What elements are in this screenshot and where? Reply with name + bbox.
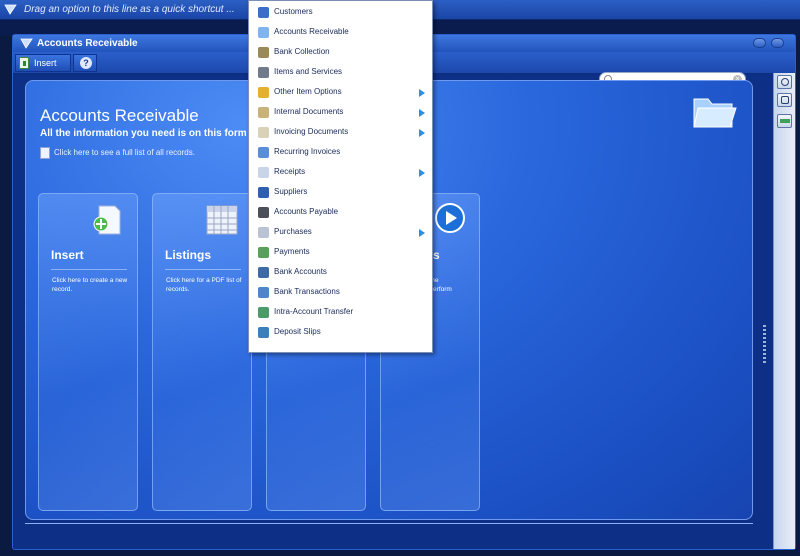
menu-item-bank-accounts[interactable]: Bank Accounts (249, 262, 432, 282)
invoice-icon (258, 127, 269, 138)
minimize-button[interactable] (753, 38, 766, 48)
folder-icon (258, 27, 269, 38)
resize-grip[interactable] (763, 325, 766, 365)
page-subtitle: All the information you need is on this … (40, 128, 247, 139)
bank-icon (258, 267, 269, 278)
card-description: Click here to create a new record. (52, 277, 128, 293)
customer-icon (258, 7, 269, 18)
table-icon (206, 205, 238, 235)
folder-icon (693, 98, 737, 128)
back-button[interactable] (777, 114, 792, 128)
menu-item-label: Deposit Slips (274, 327, 321, 336)
receipt-icon (258, 167, 269, 178)
menu-item-bank-transactions[interactable]: Bank Transactions (249, 282, 432, 302)
help-button[interactable]: ? (73, 54, 97, 72)
insert-label: Insert (34, 58, 57, 68)
back-arrow-icon (780, 119, 790, 123)
card-title: Listings (165, 248, 212, 262)
card-description: e the n perform (424, 277, 452, 293)
refresh-icon (781, 96, 789, 104)
insert-button[interactable]: Insert (15, 54, 71, 72)
menu-item-accounts-payable[interactable]: Accounts Payable (249, 202, 432, 222)
options-icon (258, 87, 269, 98)
menu-item-label: Receipts (274, 167, 306, 176)
submenu-arrow-icon (419, 229, 425, 237)
right-rail (773, 73, 795, 549)
new-document-icon (93, 205, 121, 235)
menu-item-deposit-slips[interactable]: Deposit Slips (249, 322, 432, 342)
menu-item-label: Internal Documents (274, 107, 344, 116)
menu-item-payments[interactable]: Payments (249, 242, 432, 262)
page-title: Accounts Receivable (40, 106, 199, 125)
insert-icon (19, 57, 29, 69)
menu-item-suppliers[interactable]: Suppliers (249, 182, 432, 202)
menu-item-internal-documents[interactable]: Internal Documents (249, 102, 432, 122)
menu-item-label: Intra-Account Transfer (274, 307, 354, 316)
menu-item-bank-collection[interactable]: Bank Collection (249, 42, 432, 62)
insert-card[interactable]: Insert Click here to create a new record… (38, 193, 138, 511)
menu-item-intra-account-transfer[interactable]: Intra-Account Transfer (249, 302, 432, 322)
list-document-icon (40, 147, 50, 159)
menu-item-label: Suppliers (274, 187, 308, 196)
supplier-icon (258, 187, 269, 198)
menu-item-label: Customers (274, 7, 313, 16)
play-icon (435, 203, 465, 233)
submenu-arrow-icon (419, 109, 425, 117)
menu-item-label: Payments (274, 247, 310, 256)
bank-collection-icon (258, 47, 269, 58)
transfer-icon (258, 307, 269, 318)
menu-item-items-and-services[interactable]: Items and Services (249, 62, 432, 82)
menu-item-label: Other Item Options (274, 87, 342, 96)
menu-item-label: Accounts Payable (274, 207, 339, 216)
refresh-button[interactable] (777, 93, 792, 107)
content-divider (25, 523, 753, 526)
recurring-icon (258, 147, 269, 158)
deposit-icon (258, 327, 269, 338)
submenu-arrow-icon (419, 89, 425, 97)
menu-item-other-item-options[interactable]: Other Item Options (249, 82, 432, 102)
menu-item-accounts-receivable[interactable]: Accounts Receivable (249, 22, 432, 42)
menu-item-label: Bank Collection (274, 47, 330, 56)
magnifier-icon (781, 78, 789, 86)
card-title: s (433, 248, 440, 262)
card-divider (51, 269, 127, 270)
window-title: Accounts Receivable (37, 38, 138, 49)
menu-item-label: Bank Accounts (274, 267, 327, 276)
app-logo-icon (4, 4, 17, 15)
shortcut-hint: Drag an option to this line as a quick s… (24, 4, 235, 15)
menu-item-label: Purchases (274, 227, 312, 236)
menu-item-invoicing-documents[interactable]: Invoicing Documents (249, 122, 432, 142)
card-divider (165, 269, 241, 270)
folder-dark-icon (258, 207, 269, 218)
items-icon (258, 67, 269, 78)
menu-item-receipts[interactable]: Receipts (249, 162, 432, 182)
menu-item-customers[interactable]: Customers (249, 2, 432, 22)
purchase-icon (258, 227, 269, 238)
card-description: Click here for a PDF list of records. (166, 277, 242, 293)
module-menu: Customers Accounts Receivable Bank Colle… (248, 0, 433, 353)
listings-card[interactable]: Listings Click here for a PDF list of re… (152, 193, 252, 511)
submenu-arrow-icon (419, 129, 425, 137)
payment-icon (258, 247, 269, 258)
menu-item-recurring-invoices[interactable]: Recurring Invoices (249, 142, 432, 162)
close-button[interactable] (771, 38, 784, 48)
help-icon: ? (80, 57, 92, 69)
document-icon (258, 107, 269, 118)
menu-item-label: Recurring Invoices (274, 147, 341, 156)
app-logo-icon (20, 38, 33, 49)
full-list-link[interactable]: Click here to see a full list of all rec… (54, 148, 195, 157)
menu-item-label: Accounts Receivable (274, 27, 349, 36)
card-title: Insert (51, 248, 84, 262)
menu-item-purchases[interactable]: Purchases (249, 222, 432, 242)
menu-item-label: Items and Services (274, 67, 343, 76)
transaction-icon (258, 287, 269, 298)
menu-item-label: Invoicing Documents (274, 127, 349, 136)
menu-item-label: Bank Transactions (274, 287, 340, 296)
submenu-arrow-icon (419, 169, 425, 177)
zoom-button[interactable] (777, 75, 792, 89)
